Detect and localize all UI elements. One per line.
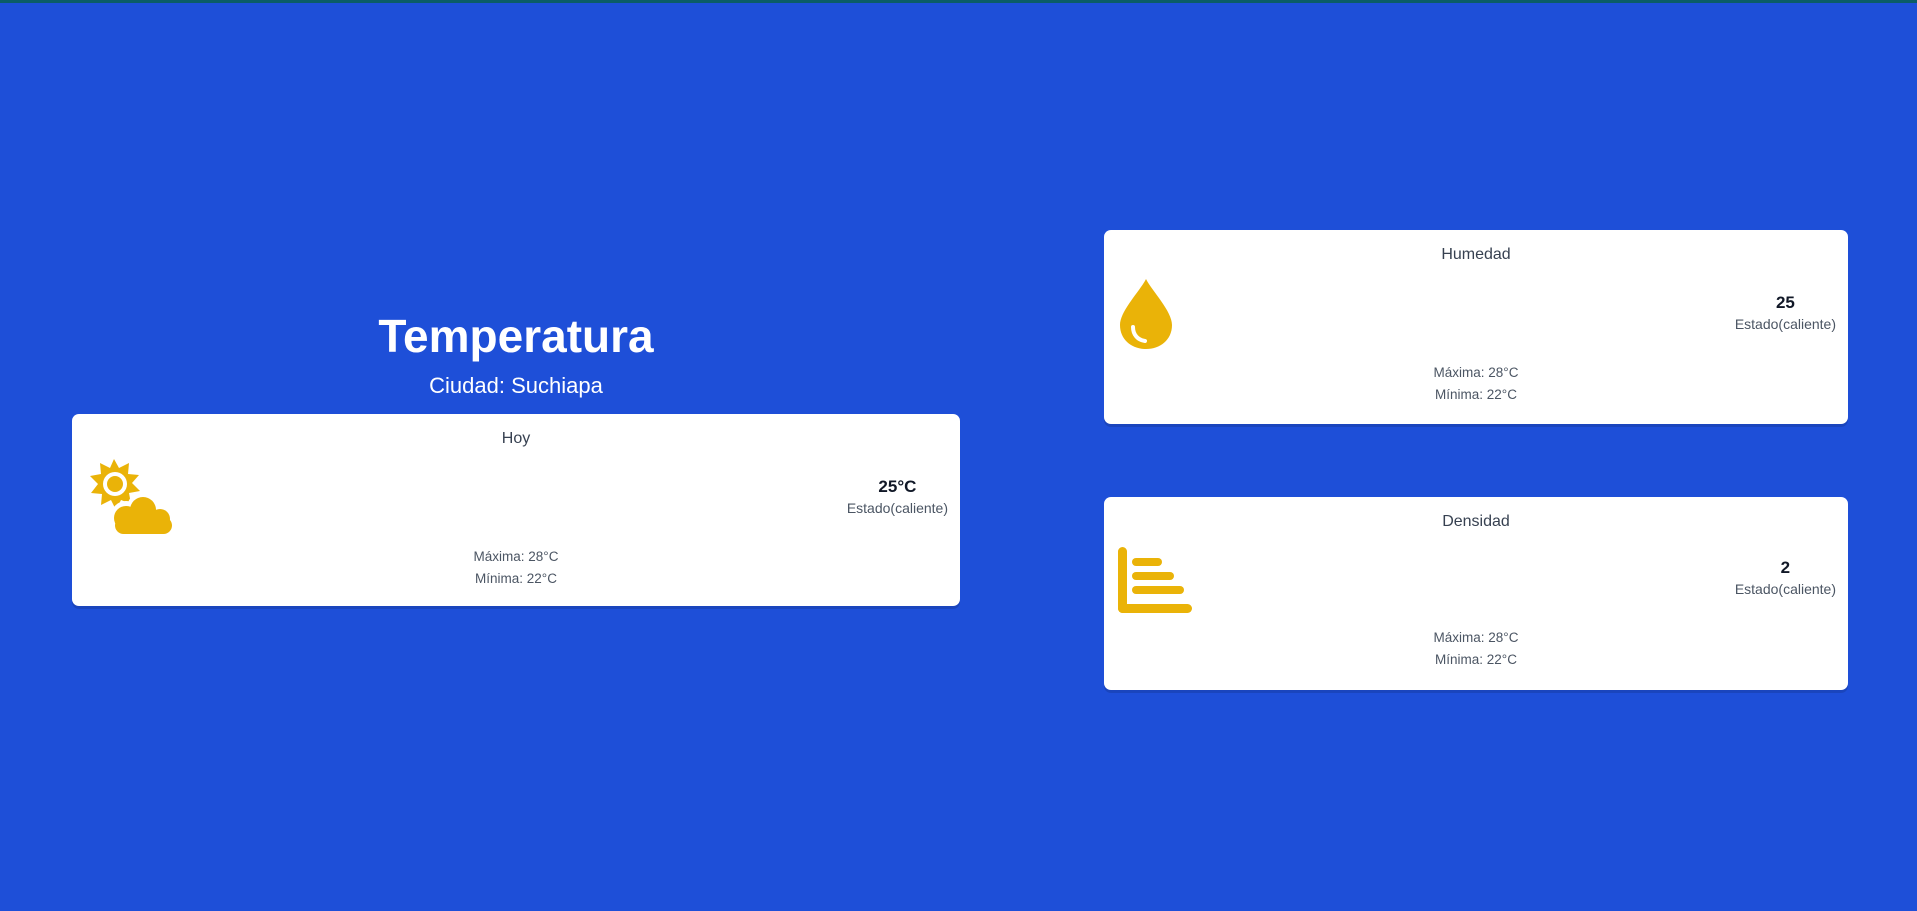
card-title: Hoy [501, 430, 531, 447]
today-card: Hoy 25°C Estado(caliente) Máxima: 28°C M… [72, 414, 960, 606]
min-label: Mínima: 22°C [475, 571, 557, 586]
min-max: Máxima: 28°C Mínima: 22°C [1104, 362, 1848, 406]
status-label: Estado(caliente) [846, 500, 948, 516]
humidity-card: Humedad 25 Estado(caliente) Máxima: 28°C… [1104, 230, 1848, 424]
min-label: Mínima: 22°C [1435, 652, 1517, 667]
max-label: Máxima: 28°C [473, 549, 559, 564]
card-title: Densidad [1442, 513, 1510, 530]
water-drop-icon [1118, 277, 1174, 356]
min-label: Mínima: 22°C [1435, 387, 1517, 402]
humidity-value-block: 25 Estado(caliente) [1735, 292, 1836, 334]
today-value-block: 25°C Estado(caliente) [847, 476, 948, 518]
max-label: Máxima: 28°C [1433, 630, 1519, 645]
page: Temperatura Ciudad: Suchiapa Hoy 25°C Es… [0, 0, 1917, 911]
bar-chart-icon [1118, 547, 1192, 618]
page-title: Temperatura [378, 310, 654, 362]
sun-cloud-icon [84, 459, 180, 542]
max-label: Máxima: 28°C [1433, 365, 1519, 380]
humidity-value: 25 [1775, 293, 1795, 312]
density-value-block: 2 Estado(caliente) [1735, 557, 1836, 599]
status-label: Estado(caliente) [1734, 581, 1836, 597]
city-label: Ciudad: Suchiapa [429, 373, 603, 398]
top-strip [0, 0, 1917, 3]
status-label: Estado(caliente) [1734, 316, 1836, 332]
density-value: 2 [1780, 558, 1791, 577]
min-max: Máxima: 28°C Mínima: 22°C [72, 546, 960, 590]
min-max: Máxima: 28°C Mínima: 22°C [1104, 627, 1848, 671]
temperature-value: 25°C [878, 477, 917, 496]
density-card: Densidad 2 Estado(caliente) Máxima: 28°C… [1104, 497, 1848, 690]
hero-header: Temperatura Ciudad: Suchiapa [72, 306, 960, 400]
card-title: Humedad [1441, 246, 1511, 263]
